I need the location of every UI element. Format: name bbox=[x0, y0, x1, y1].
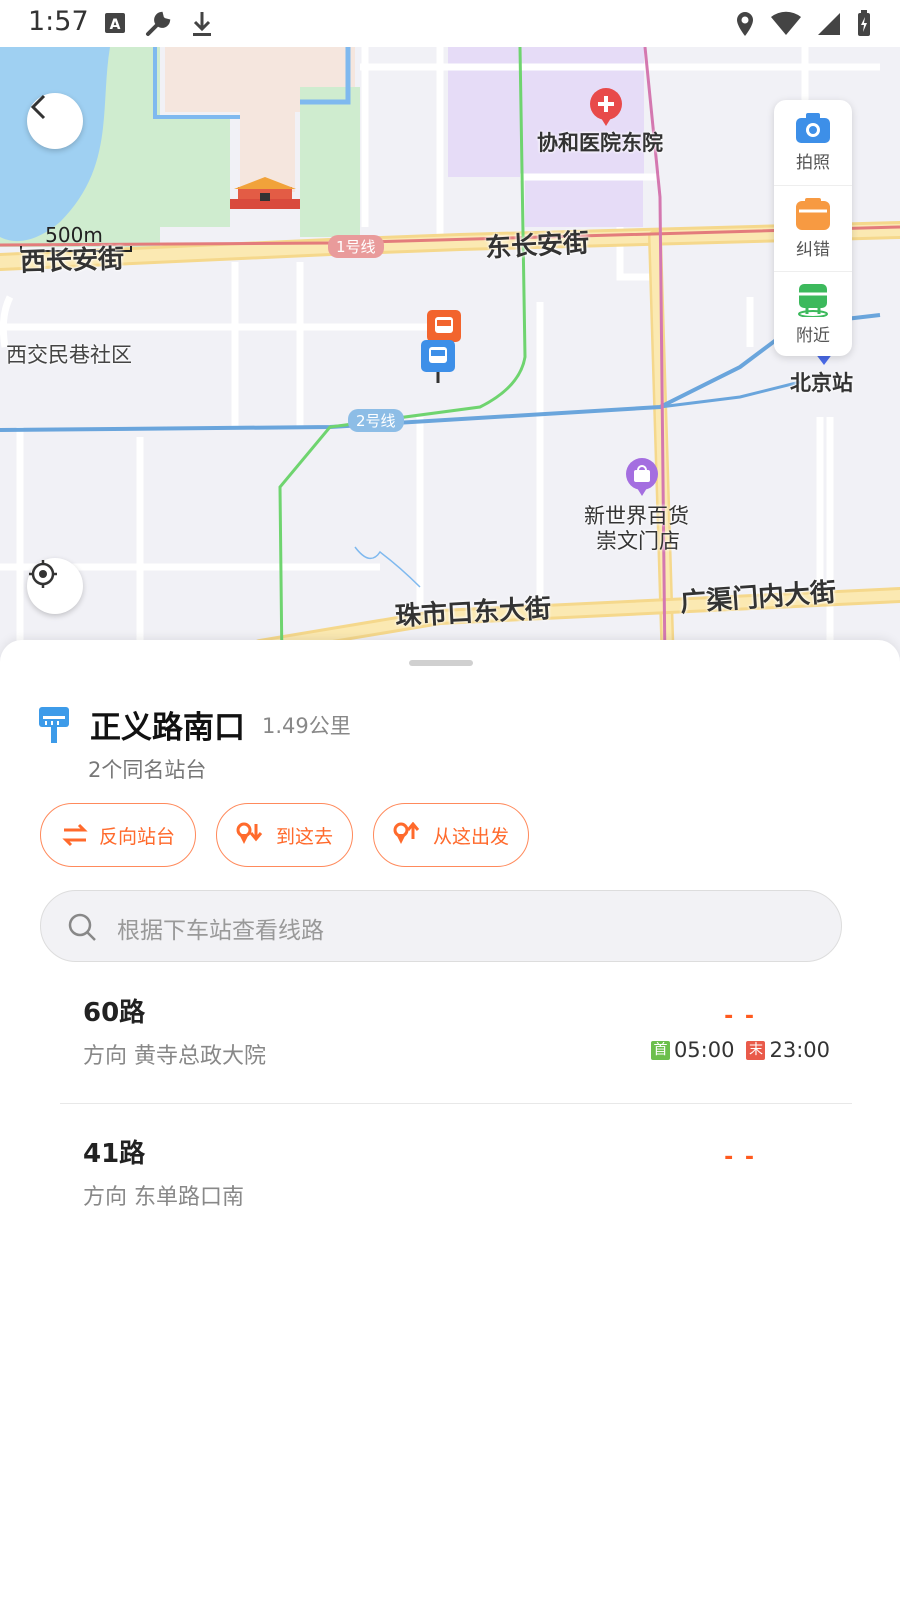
route-to-icon bbox=[236, 822, 263, 844]
hospital-pin-icon bbox=[590, 88, 622, 126]
status-bar: 1:57 A bbox=[0, 0, 900, 47]
stop-name: 正义路南口 bbox=[90, 710, 245, 746]
status-right-icons bbox=[734, 10, 872, 38]
depart-from-here-label: 从这出发 bbox=[432, 825, 509, 848]
svg-text:A: A bbox=[110, 17, 121, 33]
status-time: 1:57 bbox=[28, 6, 89, 37]
last-bus-badge: 末 bbox=[746, 1040, 766, 1060]
nearby-icon bbox=[798, 284, 828, 317]
route-eta: - - bbox=[724, 1145, 756, 1170]
route-service-times: 首 05:00 末 23:00 bbox=[650, 1038, 830, 1062]
route-direction: 方向 黄寺总政大院 bbox=[83, 1044, 266, 1069]
stop-same-name-count[interactable]: 2个同名站台 bbox=[88, 754, 206, 784]
wrench-icon bbox=[146, 11, 171, 36]
alight-stop-search-input[interactable]: 根据下车站查看线路 bbox=[40, 890, 842, 962]
map-view[interactable]: 500m 协和医院东院 西长安街 东长安街 1号线 西交民巷社区 北京站 2号线… bbox=[0, 47, 900, 667]
route-from-icon bbox=[393, 822, 420, 844]
swap-arrows-icon bbox=[62, 823, 88, 847]
sheet-drag-handle[interactable] bbox=[409, 660, 473, 666]
map-tools-panel: 拍照 纠错 附近 bbox=[774, 100, 852, 356]
route-name: 60路 bbox=[83, 998, 146, 1028]
wifi-icon bbox=[771, 11, 801, 35]
route-name: 41路 bbox=[83, 1139, 146, 1169]
correction-icon bbox=[796, 198, 830, 230]
tool-camera[interactable]: 拍照 bbox=[774, 100, 852, 186]
download-icon bbox=[193, 12, 211, 36]
route-eta: - - bbox=[724, 1004, 756, 1029]
map-label-mall-line2: 崇文门店 bbox=[596, 529, 680, 553]
last-bus-time: 23:00 bbox=[769, 1038, 830, 1062]
stop-detail-sheet: 正义路南口 1.49公里 2个同名站台 反向站台 到这去 从这出发 根据下车站查… bbox=[0, 640, 900, 1600]
reverse-stop-label: 反向站台 bbox=[98, 825, 175, 848]
map-label-beijing-station: 北京站 bbox=[790, 371, 853, 395]
route-divider bbox=[60, 1103, 852, 1104]
reverse-stop-button[interactable]: 反向站台 bbox=[40, 803, 196, 867]
bus-stop-sign-icon bbox=[39, 707, 69, 743]
depart-from-here-button[interactable]: 从这出发 bbox=[373, 803, 529, 867]
metro-line1-tag: 1号线 bbox=[328, 235, 384, 258]
map-label-west-changan: 西长安街 bbox=[19, 244, 125, 278]
tool-nearby-label: 附近 bbox=[796, 326, 830, 346]
shopping-pin-icon bbox=[626, 458, 658, 496]
metro-line2-tag: 2号线 bbox=[348, 409, 404, 432]
first-bus-badge: 首 bbox=[650, 1040, 670, 1060]
search-icon bbox=[68, 913, 96, 941]
text-a-icon: A bbox=[105, 13, 125, 33]
first-bus-time: 05:00 bbox=[673, 1038, 735, 1062]
bus-stop-pin-blue-icon[interactable] bbox=[420, 339, 456, 385]
map-label-xijiaomin: 西交民巷社区 bbox=[6, 343, 132, 367]
location-status-icon bbox=[737, 12, 753, 36]
go-here-label: 到这去 bbox=[275, 825, 333, 848]
status-left-icons: A bbox=[104, 10, 214, 38]
locate-button[interactable] bbox=[27, 558, 83, 614]
route-item[interactable]: 41路 方向 东单路口南 - - bbox=[60, 1133, 852, 1263]
tool-camera-label: 拍照 bbox=[796, 153, 830, 173]
map-label-east-changan: 东长安街 bbox=[484, 228, 590, 264]
back-button[interactable] bbox=[27, 93, 83, 149]
route-direction: 方向 东单路口南 bbox=[83, 1185, 244, 1210]
signal-icon bbox=[818, 13, 840, 35]
tool-correction[interactable]: 纠错 bbox=[774, 186, 852, 272]
go-here-button[interactable]: 到这去 bbox=[216, 803, 353, 867]
camera-icon bbox=[796, 113, 830, 143]
stop-distance: 1.49公里 bbox=[262, 714, 351, 738]
chevron-left-icon bbox=[30, 94, 46, 120]
locate-crosshair-icon bbox=[29, 560, 57, 588]
map-label-hospital: 协和医院东院 bbox=[537, 131, 663, 155]
battery-icon bbox=[858, 10, 870, 36]
tool-nearby[interactable]: 附近 bbox=[774, 272, 852, 357]
search-placeholder: 根据下车站查看线路 bbox=[117, 918, 324, 944]
tool-correction-label: 纠错 bbox=[796, 240, 830, 260]
